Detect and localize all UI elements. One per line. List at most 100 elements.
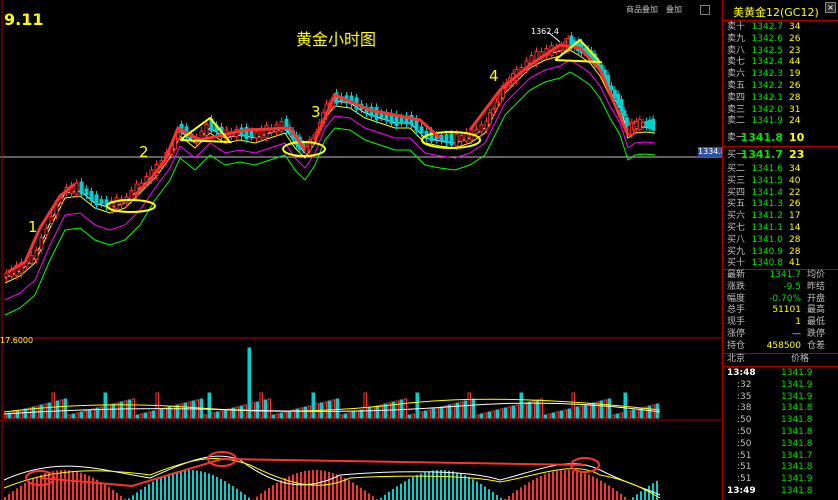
volume-bar	[19, 409, 23, 419]
volume-bar	[87, 409, 91, 419]
macd-bar	[232, 486, 234, 500]
volume-bar	[567, 408, 571, 419]
macd-bar	[608, 485, 610, 500]
price-marker: 1334.8	[698, 147, 726, 157]
volume-bar	[427, 409, 431, 419]
wave-label-2: 2	[139, 143, 149, 161]
volume-bar	[159, 408, 163, 419]
candle-body	[114, 197, 119, 210]
volume-bar	[647, 405, 651, 419]
macd-bar	[516, 490, 518, 500]
candle-body	[454, 133, 459, 147]
volume-bar	[479, 413, 483, 419]
macd-bar	[488, 489, 490, 500]
macd-bar	[344, 477, 346, 500]
macd-bar	[384, 494, 386, 500]
volume-bar	[539, 398, 543, 419]
volume-bar	[611, 414, 615, 419]
trades-header: 北京 价格	[727, 354, 810, 364]
macd-bar	[256, 496, 258, 500]
macd-bar	[104, 484, 106, 500]
candle-body	[254, 131, 259, 139]
volume-bar	[523, 402, 527, 419]
macd-bar	[592, 476, 594, 500]
candle-body	[89, 191, 94, 201]
volume-bar	[243, 404, 247, 419]
macd-bar	[132, 495, 134, 500]
candle-body	[459, 134, 464, 142]
macd-bar	[588, 474, 590, 500]
macd-bar	[276, 482, 278, 500]
macd-bar	[112, 489, 114, 500]
quote-panel: 美黄金12(GC12) × 卖十 1342.7 34 卖九 1342.6 26 卖八 1342…	[722, 0, 838, 500]
volume-bar	[187, 401, 191, 419]
candle-body	[399, 117, 404, 123]
macd-bar	[400, 483, 402, 500]
candle-body	[634, 121, 639, 129]
volume-bar	[519, 392, 523, 419]
close-icon[interactable]: ×	[825, 2, 836, 13]
volume-bar	[207, 392, 211, 419]
macd-bar	[76, 471, 78, 500]
volume-bar	[423, 410, 427, 419]
volume-bar	[619, 412, 623, 419]
macd-bar	[468, 477, 470, 500]
volume-bar	[455, 402, 459, 419]
macd-bar	[108, 487, 110, 500]
candle-body	[641, 121, 646, 127]
candle-body	[44, 228, 49, 236]
wave-label-1: 1	[28, 218, 38, 236]
peak-label: 1362.4	[531, 27, 559, 36]
macd-bar	[464, 475, 466, 500]
candle-body	[129, 190, 134, 200]
volume-bar	[51, 392, 55, 419]
window-icon[interactable]	[700, 5, 710, 15]
bid-row: 买五 1341.3 26	[727, 199, 801, 210]
bid-row: 买二 1341.6 34	[727, 164, 801, 174]
macd-bar	[68, 470, 70, 500]
volume-bar	[483, 412, 487, 419]
macd-bar	[388, 491, 390, 500]
volume-bar	[267, 398, 271, 419]
macd-bar	[444, 470, 446, 500]
macd-bar	[88, 475, 90, 500]
candle-body	[474, 129, 479, 135]
volume-bar	[91, 408, 95, 419]
volume-bar	[235, 406, 239, 419]
candle-body	[612, 89, 617, 98]
candle-body	[484, 120, 489, 130]
macd-bar	[16, 488, 18, 500]
macd-bar	[552, 471, 554, 500]
volume-bar	[283, 411, 287, 419]
volume-bar	[343, 413, 347, 419]
candle-body	[204, 124, 209, 136]
trade-row: :50 1341.8	[737, 427, 813, 437]
volume-bar	[163, 407, 167, 419]
chart-area[interactable]: 9.11 黄金小时图 17.6000 1334.8 1362.4 1 2 3 4…	[0, 0, 726, 500]
candle-body	[439, 135, 444, 141]
volume-bar	[247, 347, 251, 419]
price-chart[interactable]	[0, 0, 722, 500]
volume-bar	[47, 402, 51, 419]
macd-bar	[560, 470, 562, 500]
wave-label-4: 4	[489, 67, 499, 85]
macd-bar	[348, 480, 350, 500]
instrument-name: 美黄金12(GC12)	[733, 6, 819, 19]
candle-body	[54, 204, 59, 216]
macd-bar	[296, 473, 298, 500]
overlay-product-button[interactable]: 商品叠加	[626, 4, 658, 15]
macd-bar	[148, 484, 150, 500]
volume-bar	[583, 404, 587, 419]
volume-bar	[435, 407, 439, 419]
trade-row: :35 1341.9	[737, 391, 813, 402]
macd-bar	[360, 487, 362, 500]
trade-row: 13:49 1341.8	[727, 486, 813, 496]
volume-bar	[547, 413, 551, 419]
volume-bar	[147, 411, 151, 419]
volume-bar	[299, 407, 303, 419]
volume-bar	[55, 400, 59, 419]
candle-body	[29, 254, 34, 264]
macd-bar	[432, 470, 434, 500]
volume-bar	[375, 405, 379, 419]
overlay-button[interactable]: 叠加	[666, 4, 682, 15]
